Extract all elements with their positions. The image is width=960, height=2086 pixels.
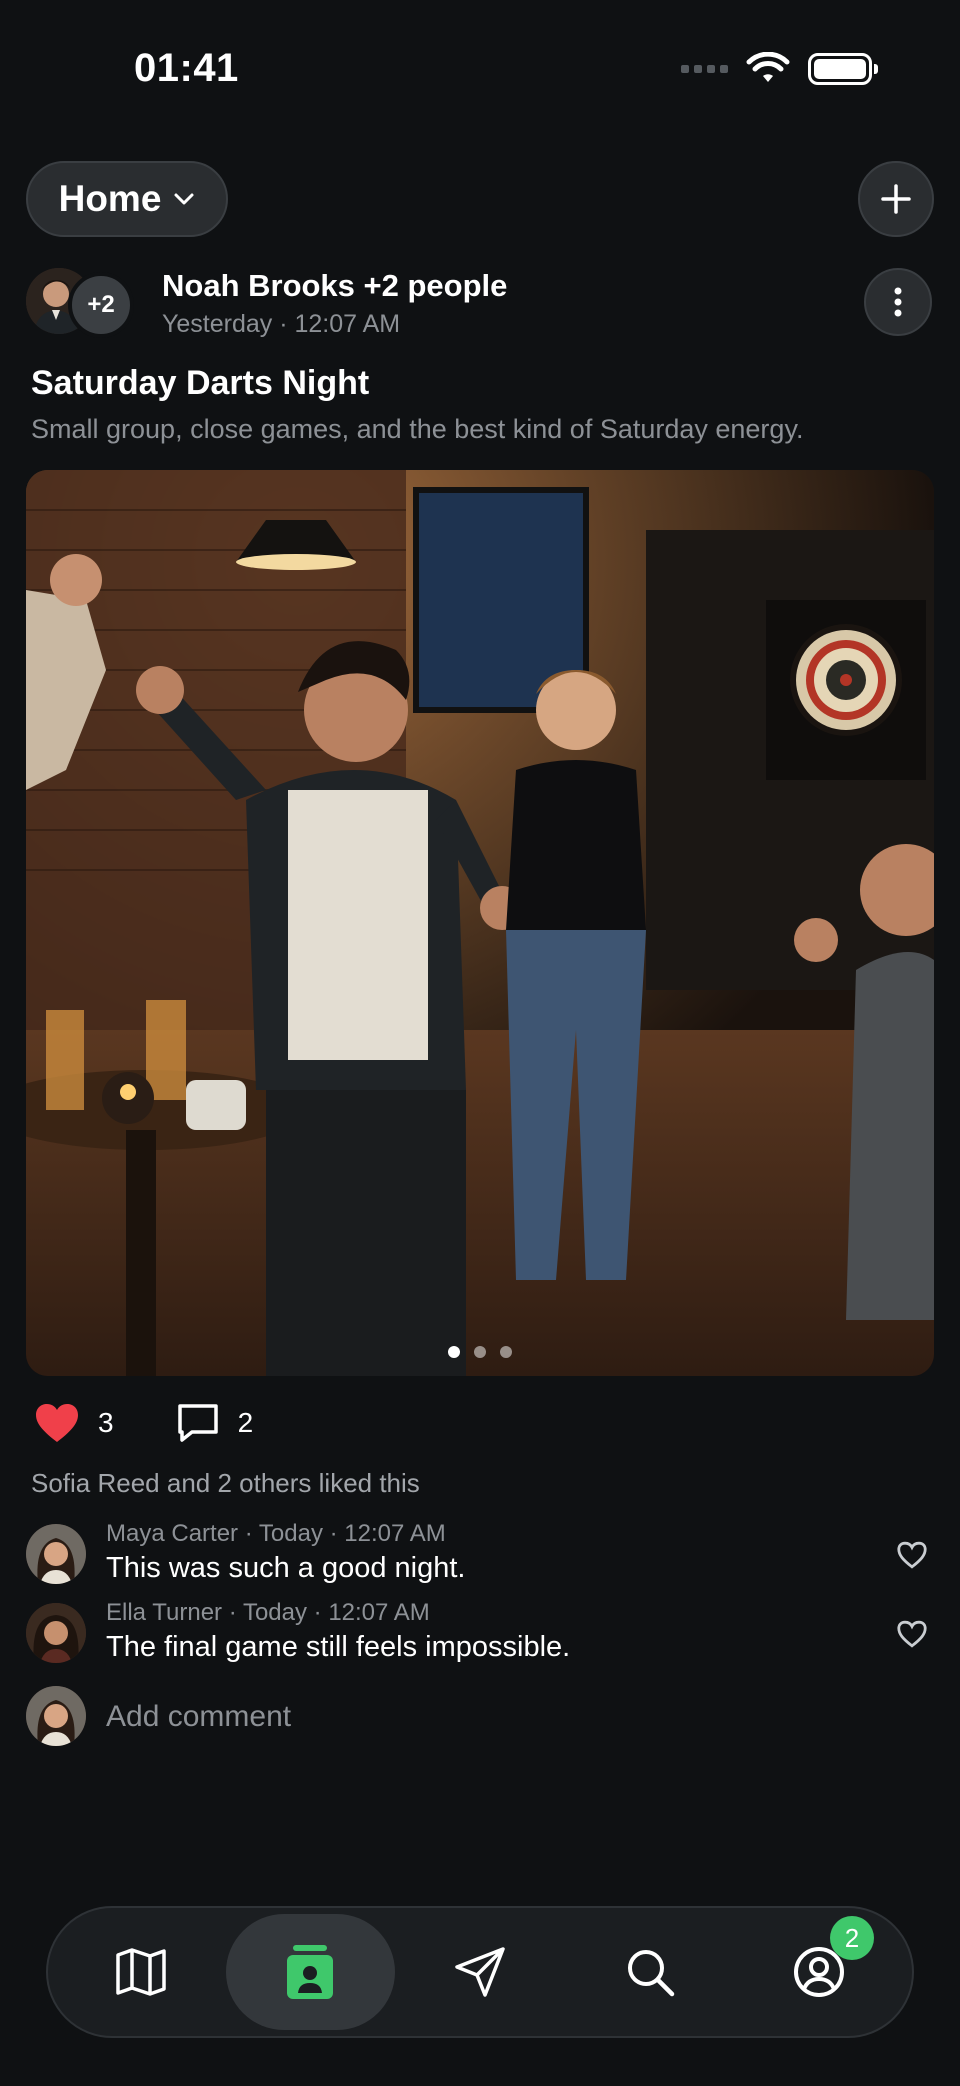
comment-like-button[interactable] <box>896 1540 928 1575</box>
pagination-dot <box>500 1346 512 1358</box>
add-post-button[interactable] <box>858 161 934 237</box>
add-comment-placeholder: Add comment <box>106 1700 292 1733</box>
comment-text: This was such a good night. <box>106 1552 466 1584</box>
tab-contacts[interactable] <box>225 1914 396 2030</box>
darts-night-image <box>26 470 934 1376</box>
comment-like-button[interactable] <box>896 1619 928 1654</box>
tab-map[interactable] <box>56 1914 226 2030</box>
like-button[interactable]: 3 <box>34 1402 114 1444</box>
tab-messages[interactable] <box>395 1914 565 2030</box>
extra-people-count: +2 <box>68 272 134 338</box>
photo-pagination[interactable] <box>26 1346 934 1358</box>
plus-icon <box>881 184 911 214</box>
like-count: 3 <box>98 1407 114 1438</box>
comment-meta: Ella Turner · Today · 12:07 AM <box>106 1599 430 1626</box>
comment-item: Maya Carter · Today · 12:07 AM This was … <box>26 1520 934 1590</box>
battery-icon <box>808 53 878 85</box>
post-author[interactable]: Noah Brooks +2 people <box>162 268 507 304</box>
notification-badge: 2 <box>829 1916 874 1960</box>
bottom-tab-bar: 2 <box>46 1906 914 2038</box>
tab-profile[interactable]: 2 <box>734 1914 904 2030</box>
current-user-avatar <box>26 1686 86 1746</box>
map-icon <box>116 1948 166 1996</box>
comment-meta: Maya Carter · Today · 12:07 AM <box>106 1520 446 1547</box>
status-time: 01:41 <box>134 46 239 90</box>
heart-filled-icon <box>36 1404 78 1442</box>
comment-icon <box>177 1404 218 1442</box>
commenter-avatar[interactable] <box>26 1524 86 1584</box>
liked-by-summary[interactable]: Sofia Reed and 2 others liked this <box>31 1468 420 1499</box>
feed-selector-label: Home <box>58 178 162 219</box>
post-actions: 3 2 <box>34 1402 315 1444</box>
feed-selector-button[interactable]: Home <box>26 161 228 237</box>
comment-item: Ella Turner · Today · 12:07 AM The final… <box>26 1599 934 1669</box>
contact-card-icon <box>287 1945 334 1999</box>
cellular-signal-icon <box>681 65 728 73</box>
send-icon <box>455 1947 505 1997</box>
comment-text: The final game still feels impossible. <box>106 1631 571 1663</box>
post-participants[interactable]: +2 <box>26 266 138 340</box>
wifi-icon <box>746 52 790 82</box>
post-title: Saturday Darts Night <box>31 364 370 402</box>
pagination-dot-active <box>448 1346 460 1358</box>
status-indicators <box>681 52 878 86</box>
add-comment-field[interactable]: Add comment <box>26 1686 626 1748</box>
comment-button[interactable]: 2 <box>176 1402 254 1444</box>
chevron-down-icon <box>174 193 194 205</box>
screen: 01:41 Home +2 Noah Brooks +2 people Yest… <box>0 0 960 2086</box>
search-icon <box>627 1950 674 1997</box>
post-timestamp: Yesterday · 12:07 AM <box>162 310 401 338</box>
comment-count: 2 <box>237 1407 254 1438</box>
post-description: Small group, close games, and the best k… <box>31 414 804 444</box>
more-vertical-icon <box>894 287 902 317</box>
pagination-dot <box>474 1346 486 1358</box>
heart-outline-icon <box>897 1541 927 1569</box>
commenter-avatar[interactable] <box>26 1603 86 1663</box>
more-options-button[interactable] <box>864 268 932 336</box>
tab-search[interactable] <box>565 1914 735 2030</box>
heart-outline-icon <box>897 1620 927 1648</box>
post-photo[interactable] <box>26 470 934 1376</box>
